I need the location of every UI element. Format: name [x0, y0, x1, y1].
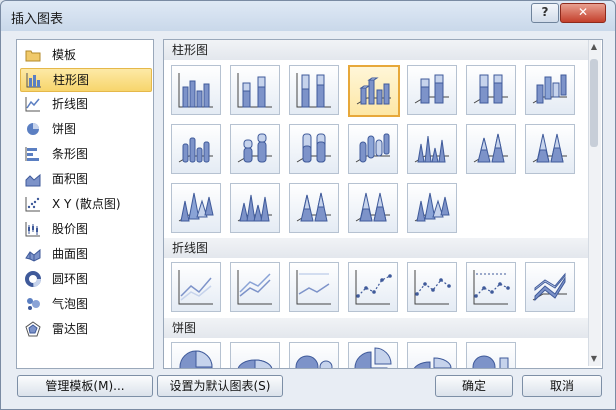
chart-thumb-stacked-pyramid[interactable] [289, 183, 339, 233]
chart-thumb-3d-cylinder[interactable] [348, 124, 398, 174]
section-header-line: 折线图 [164, 238, 594, 258]
folder-icon [25, 50, 41, 62]
sidebar-item-line[interactable]: 折线图 [20, 93, 150, 115]
area-chart-icon [25, 173, 41, 187]
chart-thumb-clustered-cone[interactable] [407, 124, 457, 174]
chart-thumb-3d-pyramid[interactable] [407, 183, 457, 233]
chart-thumb-pie-of-pie[interactable] [289, 342, 339, 368]
chart-type-list: 模板 柱形图 折线图 饼图 条形图 面积图 X Y (散点图) 股价图 曲面图 … [16, 39, 154, 369]
chart-thumb-exploded-3d-pie[interactable] [407, 342, 457, 368]
doughnut-chart-icon [25, 271, 41, 287]
sidebar-item-label: 曲面图 [52, 247, 89, 261]
chart-thumb-3d-column[interactable] [525, 65, 575, 115]
sidebar-item-surface[interactable]: 曲面图 [20, 243, 150, 265]
title-bar: 插入图表 ? ✕ [1, 1, 615, 31]
set-default-chart-button[interactable]: 设置为默认图表(S) [157, 375, 283, 397]
pie-chart-icon [27, 123, 39, 135]
chart-thumb-3d-line[interactable] [525, 262, 575, 312]
chart-thumb-100-stacked-cone[interactable] [525, 124, 575, 174]
bubble-chart-icon [27, 298, 40, 310]
sidebar-item-label: 折线图 [52, 97, 89, 111]
sidebar-item-label: 面积图 [52, 172, 89, 186]
sidebar-item-bubble[interactable]: 气泡图 [20, 293, 150, 315]
chart-thumb-100-stacked-line[interactable] [289, 262, 339, 312]
sidebar-item-bar[interactable]: 条形图 [20, 143, 150, 165]
scrollbar-thumb[interactable] [590, 59, 598, 147]
chart-thumb-line-with-markers[interactable] [348, 262, 398, 312]
chart-thumb-3d-clustered-column[interactable] [348, 65, 400, 117]
sidebar-item-label: 条形图 [52, 147, 89, 161]
column-chart-icon [26, 73, 41, 88]
section-header-column: 柱形图 [164, 40, 594, 60]
sidebar-item-templates[interactable]: 模板 [20, 44, 150, 66]
sidebar-item-label: 股价图 [52, 222, 89, 236]
surface-chart-icon [25, 248, 41, 262]
chart-thumb-100-stacked-pyramid[interactable] [348, 183, 398, 233]
chart-thumb-100-stacked-column[interactable] [289, 65, 339, 115]
chart-thumb-3d-cone[interactable] [171, 183, 221, 233]
chart-thumb-bar-of-pie[interactable] [466, 342, 516, 368]
close-button[interactable]: ✕ [560, 3, 606, 23]
chart-thumb-clustered-cylinder[interactable] [171, 124, 221, 174]
sidebar-item-radar[interactable]: 雷达图 [20, 318, 150, 340]
ok-button[interactable]: 确定 [435, 375, 513, 397]
chart-thumb-stacked-column[interactable] [230, 65, 280, 115]
chart-thumb-stacked-line-with-markers[interactable] [407, 262, 457, 312]
line-chart-icon [25, 97, 40, 112]
cancel-button[interactable]: 取消 [522, 375, 602, 397]
chart-thumb-exploded-pie[interactable] [348, 342, 398, 368]
sidebar-item-label: 圆环图 [52, 272, 89, 286]
scatter-chart-icon [25, 197, 40, 212]
chart-thumb-stacked-line[interactable] [230, 262, 280, 312]
sidebar-item-label: 柱形图 [53, 73, 90, 87]
scroll-up-arrow-icon[interactable]: ▲ [589, 41, 599, 53]
help-button[interactable]: ? [531, 3, 559, 23]
dialog-title: 插入图表 [11, 12, 64, 27]
sidebar-item-area[interactable]: 面积图 [20, 168, 150, 190]
sidebar-item-label: 气泡图 [52, 297, 89, 311]
chart-thumb-100-stacked-line-with-markers[interactable] [466, 262, 516, 312]
sidebar-item-stock[interactable]: 股价图 [20, 218, 150, 240]
section-header-pie: 饼图 [164, 318, 594, 338]
chart-thumb-stacked-cone[interactable] [466, 124, 516, 174]
chart-thumb-3d-100-stacked-column[interactable] [466, 65, 516, 115]
chart-thumb-3d-stacked-column[interactable] [407, 65, 457, 115]
chart-thumb-clustered-pyramid[interactable] [230, 183, 280, 233]
sidebar-item-doughnut[interactable]: 圆环图 [20, 268, 150, 290]
chart-thumb-clustered-column[interactable] [171, 65, 221, 115]
chart-thumb-pie[interactable] [171, 342, 221, 368]
sidebar-item-label: 饼图 [52, 122, 77, 136]
manage-templates-button[interactable]: 管理模板(M)... [17, 375, 153, 397]
stock-chart-icon [25, 222, 40, 237]
chart-thumb-100-stacked-cylinder[interactable] [289, 124, 339, 174]
sidebar-item-pie[interactable]: 饼图 [20, 118, 150, 140]
radar-chart-icon [25, 321, 41, 337]
chart-thumb-3d-pie[interactable] [230, 342, 280, 368]
chart-thumb-line[interactable] [171, 262, 221, 312]
sidebar-item-label: 模板 [52, 48, 77, 62]
chart-gallery: 柱形图 折线图 饼图 [163, 39, 603, 369]
sidebar-item-label: 雷达图 [52, 322, 89, 336]
sidebar-item-scatter[interactable]: X Y (散点图) [20, 193, 150, 215]
sidebar-item-column[interactable]: 柱形图 [20, 68, 152, 92]
chart-thumb-stacked-cylinder[interactable] [230, 124, 280, 174]
sidebar-item-label: X Y (散点图) [52, 197, 121, 211]
insert-chart-dialog: 插入图表 ? ✕ 模板 柱形图 折线图 饼图 条形图 面积图 X Y (散点图)… [0, 0, 616, 410]
scroll-down-arrow-icon[interactable]: ▼ [589, 353, 599, 365]
bar-chart-icon [25, 147, 39, 161]
